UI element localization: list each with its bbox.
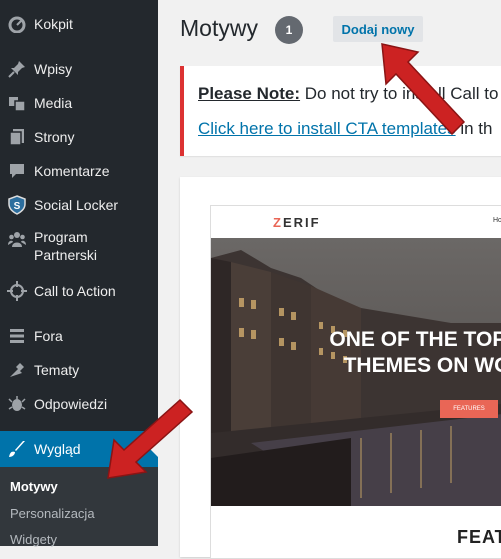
shield-icon: S bbox=[7, 195, 27, 215]
sidebar-item-label: Komentarze bbox=[34, 163, 110, 179]
sidebar-item-strony[interactable]: Strony bbox=[0, 125, 158, 149]
sidebar-item-label: Program Partnerski bbox=[34, 229, 98, 263]
crosshair-icon bbox=[7, 281, 27, 301]
sidebar-item-label: Wpisy bbox=[34, 61, 73, 77]
pin-icon bbox=[7, 59, 27, 79]
red-arrow-icon bbox=[381, 43, 466, 136]
theme-preview-nav-link: Ho bbox=[493, 217, 501, 224]
dashboard-icon bbox=[7, 14, 27, 34]
theme-count-badge: 1 bbox=[275, 16, 303, 44]
theme-screenshot[interactable]: ZERIF Ho bbox=[210, 205, 501, 559]
submenu-item-motywy[interactable]: Motywy bbox=[10, 479, 58, 494]
theme-preview-logo: ZERIF bbox=[273, 215, 321, 230]
theme-preview-hero: ONE OF THE TOP T THEMES ON WO FEATURES bbox=[211, 238, 501, 506]
theme-preview-features-button: FEATURES bbox=[440, 400, 498, 418]
sidebar-item-label: Wygląd bbox=[34, 441, 81, 457]
sidebar-item-media[interactable]: Media bbox=[0, 91, 158, 115]
sidebar-item-label: Kokpit bbox=[34, 16, 73, 32]
theme-card[interactable]: ZERIF Ho bbox=[180, 177, 501, 559]
pages-icon bbox=[7, 127, 27, 147]
sidebar-item-label: Fora bbox=[34, 328, 63, 344]
page-title: Motywy bbox=[180, 15, 258, 41]
svg-text:S: S bbox=[14, 201, 21, 212]
brush-icon bbox=[7, 439, 27, 459]
submenu-item-widgety[interactable]: Widgety bbox=[10, 532, 57, 547]
theme-preview-section-title: FEAT bbox=[457, 527, 501, 547]
theme-preview-nav: ZERIF Ho bbox=[211, 206, 501, 239]
groups-icon bbox=[7, 229, 27, 249]
sidebar-item-program-partnerski[interactable]: Program Partnerski bbox=[0, 228, 158, 268]
media-icon bbox=[7, 93, 27, 113]
sidebar-item-call-to-action[interactable]: Call to Action bbox=[0, 279, 158, 303]
notice-strong: Please Note: bbox=[198, 84, 301, 103]
submenu-item-personalizacja[interactable]: Personalizacja bbox=[10, 506, 95, 521]
sidebar-item-komentarze[interactable]: Komentarze bbox=[0, 159, 158, 183]
red-arrow-icon bbox=[107, 398, 194, 479]
sidebar-item-social-locker[interactable]: S Social Locker bbox=[0, 193, 158, 217]
sidebar-item-label: Strony bbox=[34, 129, 75, 145]
sidebar-item-label: Media bbox=[34, 95, 73, 111]
sidebar-item-kokpit[interactable]: Kokpit bbox=[0, 12, 158, 36]
comments-icon bbox=[7, 161, 27, 181]
sidebar-item-label: Call to Action bbox=[34, 283, 116, 299]
topics-icon bbox=[7, 360, 27, 380]
replies-icon bbox=[7, 394, 27, 414]
sidebar-item-fora[interactable]: Fora bbox=[0, 324, 158, 348]
sidebar-item-label: Social Locker bbox=[34, 197, 119, 213]
sidebar-item-label: Tematy bbox=[34, 362, 80, 378]
sidebar-item-label: Odpowiedzi bbox=[34, 396, 108, 412]
sidebar-item-tematy[interactable]: Tematy bbox=[0, 358, 158, 382]
theme-preview-headline: ONE OF THE TOP T THEMES ON WO bbox=[329, 328, 501, 377]
sidebar-item-wpisy[interactable]: Wpisy bbox=[0, 57, 158, 81]
forums-icon bbox=[7, 326, 27, 346]
add-new-button[interactable]: Dodaj nowy bbox=[333, 16, 423, 42]
